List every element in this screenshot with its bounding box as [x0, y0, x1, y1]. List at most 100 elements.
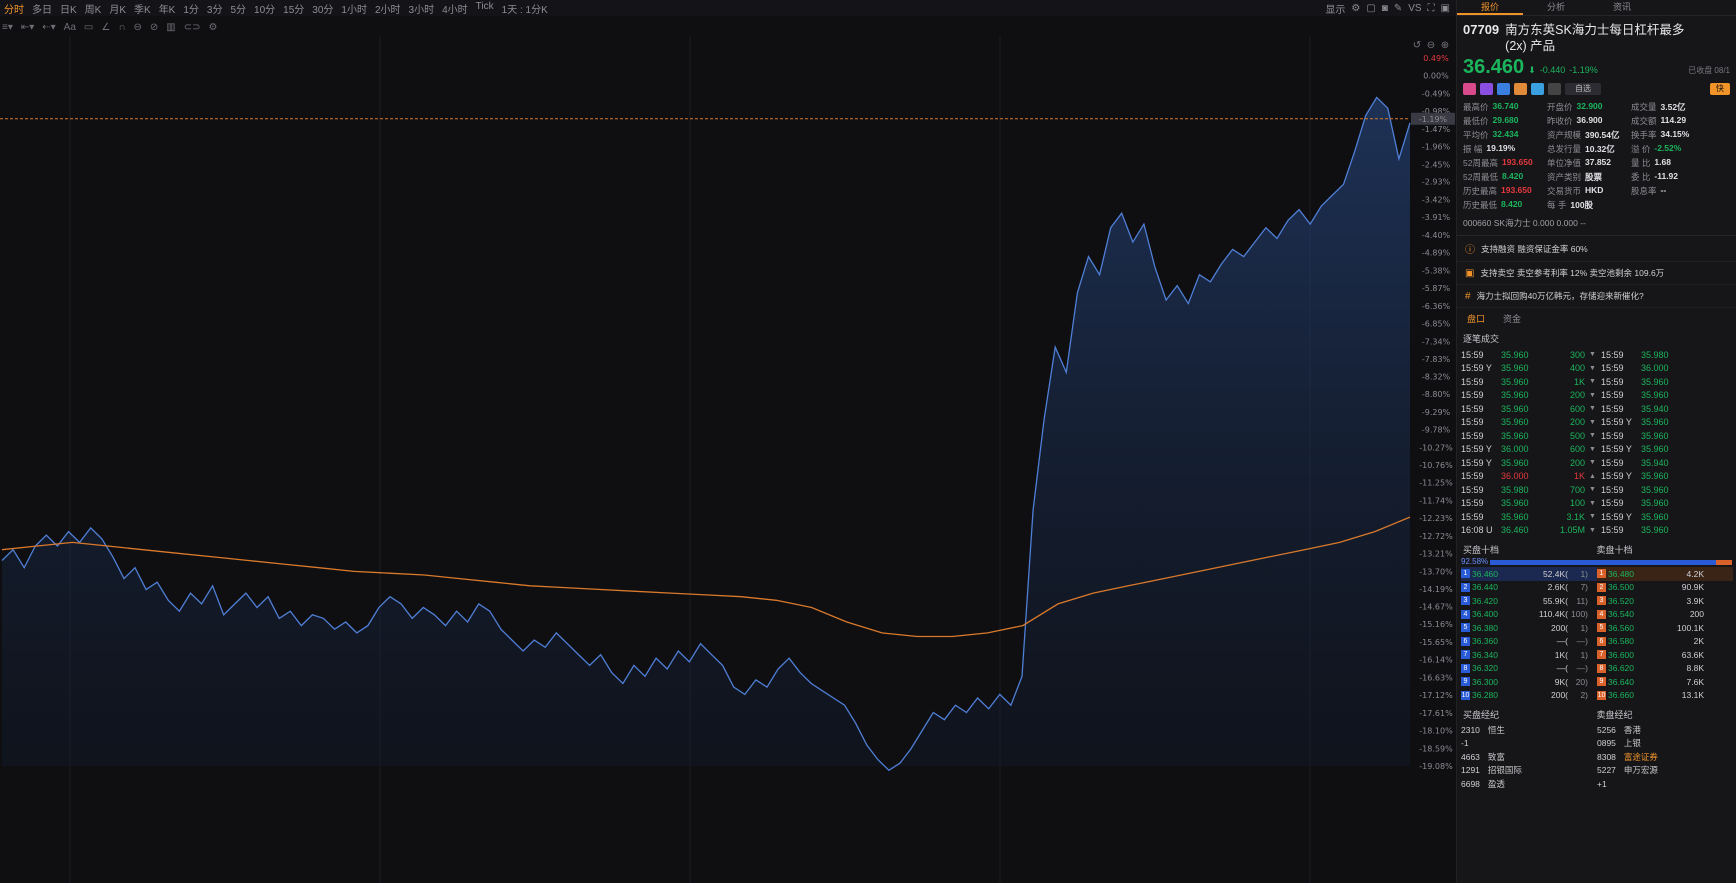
tag-icon[interactable]	[1531, 83, 1544, 95]
zoom-out-icon[interactable]: ⊖	[1427, 40, 1435, 51]
display-menu[interactable]: 显示	[1325, 1, 1345, 16]
intraday-chart[interactable]: 0.49% 0.00% -0.49% -0.98% -1.47% -1.96% -2.45%…	[0, 36, 1456, 883]
period-tab[interactable]: 5分	[226, 1, 250, 16]
broker-name: 盈透	[1487, 778, 1505, 789]
broker-row[interactable]: 1291 招银国际	[1461, 764, 1597, 778]
panel-tab[interactable]: 报价	[1457, 0, 1523, 15]
trade-row: 15:59 Y 35.960 400 ▼	[1461, 362, 1601, 376]
period-tab[interactable]: 10分	[250, 1, 279, 16]
broker-row[interactable]: 8308 富途证券	[1597, 750, 1733, 764]
comment-icon[interactable]: ▭	[84, 22, 93, 33]
ask-level-index: 4	[1597, 609, 1606, 619]
trade-time: 15:59	[1601, 349, 1624, 360]
range-icon[interactable]: ⇤▾	[21, 22, 34, 33]
y-tick-label: 0.00%	[1423, 72, 1449, 81]
settings-icon[interactable]: ⚙	[1351, 3, 1360, 14]
trash-icon[interactable]: ▥	[166, 22, 175, 33]
ask-level: 2 36.500 90.9K	[1597, 581, 1733, 595]
period-tab[interactable]: Tick	[472, 1, 498, 16]
period-tab[interactable]: 1天 : 1分K	[498, 1, 552, 16]
tag-icon[interactable]	[1514, 83, 1527, 95]
magnet-icon[interactable]: ∩	[118, 22, 125, 33]
y-tick-label: -14.19%	[1419, 585, 1453, 594]
broker-row[interactable]: -1	[1461, 737, 1597, 751]
tag-icon[interactable]	[1480, 83, 1493, 95]
period-tab[interactable]: 周K	[81, 1, 106, 16]
compare-vs-button[interactable]: VS	[1408, 3, 1421, 14]
period-tab[interactable]: 月K	[105, 1, 130, 16]
broker-row[interactable]: +1	[1597, 777, 1733, 791]
period-tab[interactable]: 季K	[130, 1, 155, 16]
bid-orders: 1)	[1580, 622, 1588, 633]
period-tab[interactable]: 15分	[279, 1, 308, 16]
hide-icon[interactable]: ⊘	[150, 22, 158, 33]
tag-icon[interactable]	[1548, 83, 1561, 95]
period-tab[interactable]: 3小时	[405, 1, 439, 16]
period-toolbar: 分时 多日 日K 周K 月K 季K 年K 1分 3分 5分 10分 15分 30分 1小时 2小时 3小时 4小…	[0, 0, 1456, 16]
undo-arrow-icon[interactable]: ⇠▾	[42, 22, 55, 33]
link-icon[interactable]: ⊂⊃	[184, 22, 201, 33]
info-line[interactable]: ▣ 支持卖空 卖空参考利率 12% 卖空池剩余 109.6万	[1457, 262, 1736, 285]
chart-canvas[interactable]: 0.49%0.00%-0.49%-0.98%-1.47%-1.96%-2.45%…	[0, 36, 1456, 883]
period-tab[interactable]: 2小时	[371, 1, 405, 16]
trade-price: 36.000	[1501, 471, 1529, 482]
panel-tab[interactable]: 资讯	[1589, 0, 1655, 15]
panel-toggle-icon[interactable]: ▣	[1441, 3, 1450, 14]
y-tick-label: -6.85%	[1422, 320, 1451, 329]
period-tab[interactable]: 1分	[179, 1, 203, 16]
subtab[interactable]: 盘口	[1467, 312, 1485, 325]
period-tab[interactable]: 30分	[308, 1, 337, 16]
trade-direction-icon: ▼	[1589, 445, 1596, 453]
gear-icon[interactable]: ⚙	[209, 22, 218, 33]
lock-icon[interactable]: ⊖	[134, 22, 142, 33]
tag-icon[interactable]	[1463, 83, 1476, 95]
ask-level-index: 3	[1597, 596, 1606, 606]
broker-row[interactable]: 6698 盈透	[1461, 777, 1597, 791]
tag-icon[interactable]	[1497, 83, 1510, 95]
broker-id: 4663	[1461, 751, 1480, 762]
layout-icon[interactable]: ▢	[1366, 3, 1375, 14]
ask-volume: 7.6K	[1686, 676, 1705, 687]
text-icon[interactable]: Aa	[64, 22, 76, 33]
broker-row[interactable]: 4663 致富	[1461, 750, 1597, 764]
bid-level: 9 36.300 9K(20)	[1461, 675, 1597, 689]
broker-row[interactable]: 0895 上银	[1597, 737, 1733, 751]
camera-icon[interactable]: ◙	[1382, 3, 1388, 14]
period-tab[interactable]: 3分	[203, 1, 227, 16]
underlying-row[interactable]: 000660 SK海力士 0.000 0.000 --	[1457, 211, 1736, 236]
ask-volume: 90.9K	[1681, 582, 1704, 593]
bid-volume: 200(	[1550, 690, 1568, 701]
period-tab[interactable]: 分时	[0, 1, 28, 16]
broker-id: -1	[1461, 738, 1469, 749]
broker-row[interactable]: 2310 恒生	[1461, 723, 1597, 737]
subtab[interactable]: 资金	[1503, 312, 1521, 325]
period-tab[interactable]: 1小时	[337, 1, 371, 16]
line-icon[interactable]: ∠	[101, 22, 110, 33]
stat-item: 振 幅 19.19%	[1463, 143, 1547, 155]
quick-trade-button[interactable]: 快	[1710, 83, 1730, 95]
period-tab[interactable]: 4小时	[438, 1, 472, 16]
broker-row[interactable]: 5227 申万宏源	[1597, 764, 1733, 778]
info-line[interactable]: # 海力士拟回购40万亿韩元，存储迎来新催化?	[1457, 285, 1736, 308]
reset-icon[interactable]: ↺	[1413, 40, 1421, 51]
ask-level-index: 5	[1597, 623, 1606, 633]
trade-price: 35.960	[1641, 498, 1669, 509]
stat-label: 昨收价	[1547, 116, 1573, 126]
trade-direction-icon: ▼	[1589, 418, 1596, 426]
broker-row[interactable]: 5256 香港	[1597, 723, 1733, 737]
period-tab[interactable]: 多日	[28, 1, 56, 16]
bid-level: 5 36.380 200(1)	[1461, 621, 1597, 635]
panel-tab[interactable]: 分析	[1523, 0, 1589, 15]
trade-row: 15:59 Y 36.000 600 ▼	[1461, 443, 1601, 457]
watchlist-button[interactable]: 自选	[1565, 83, 1601, 95]
trade-volume: 200	[1569, 417, 1585, 428]
period-tab[interactable]: 日K	[56, 1, 81, 16]
trade-row: 15:59 35.980	[1601, 348, 1736, 362]
info-line[interactable]: ⓘ 支持融资 融资保证金率 60%	[1457, 236, 1736, 262]
pen-icon[interactable]: ✎	[1394, 3, 1402, 14]
quote-panel: 报价 分析 资讯 07709 南方东英SK海力士每日杠杆最多 (2x) 产品 36.…	[1456, 0, 1736, 883]
period-tab[interactable]: 年K	[155, 1, 180, 16]
zoom-in-icon[interactable]: ⊕	[1441, 40, 1449, 51]
indicator-icon[interactable]: ≡▾	[2, 22, 13, 33]
fullscreen-icon[interactable]: ⛶	[1428, 3, 1435, 14]
